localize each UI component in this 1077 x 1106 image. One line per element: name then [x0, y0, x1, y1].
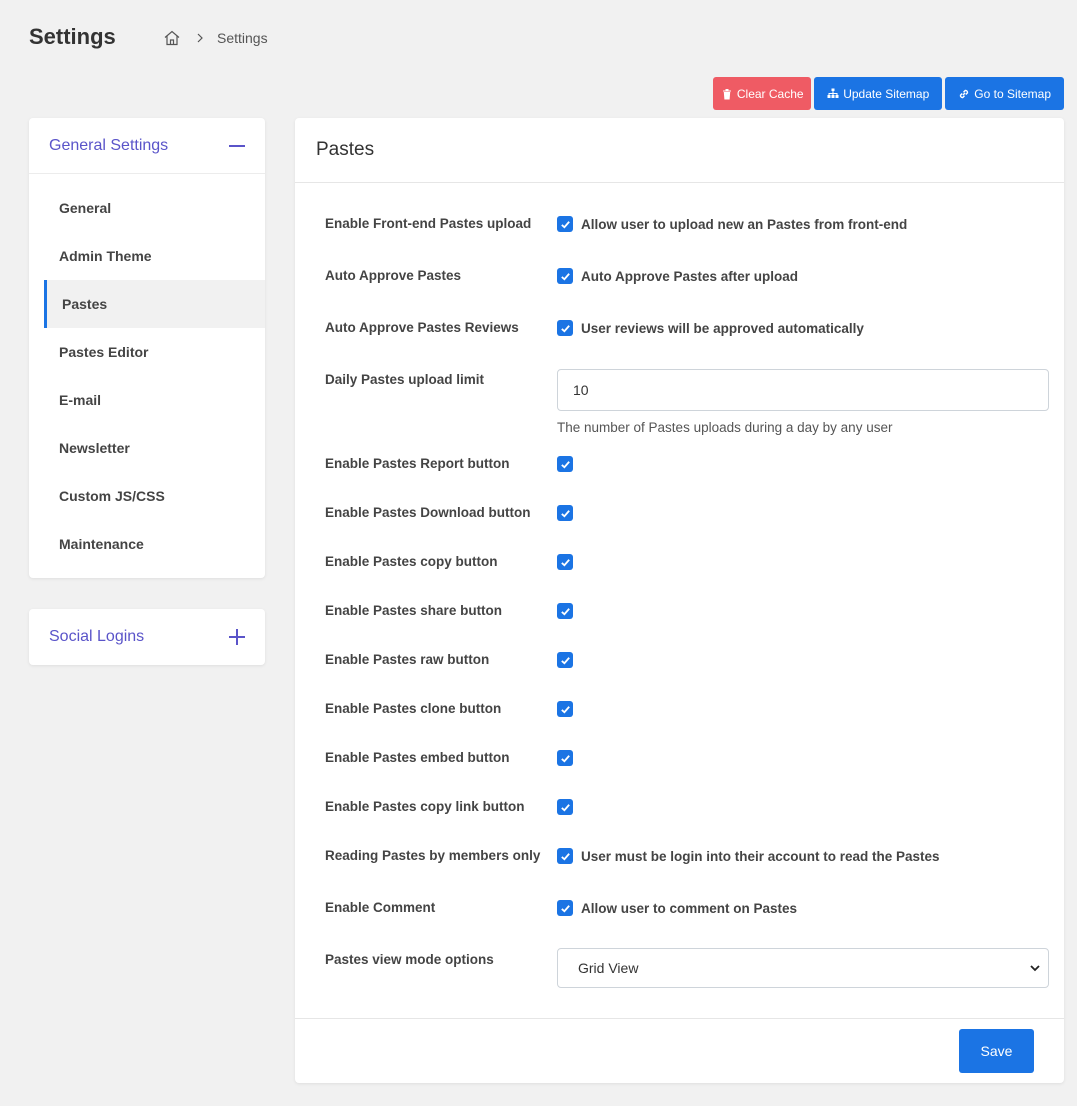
field-label: Enable Front-end Pastes upload	[325, 216, 532, 231]
field-label: Enable Pastes share button	[325, 603, 503, 618]
check-icon	[560, 803, 570, 812]
field-label: Enable Pastes copy button	[325, 554, 498, 569]
sidebar-item-general[interactable]: General	[29, 184, 265, 232]
general-settings-menu: General Admin Theme Pastes Pastes Editor…	[29, 174, 265, 568]
enable-comment-checkbox[interactable]	[557, 900, 573, 916]
daily-upload-limit-input[interactable]: 10	[557, 369, 1049, 411]
field-label: Auto Approve Pastes	[325, 268, 462, 283]
check-icon	[560, 509, 570, 518]
sidebar-item-label: E-mail	[59, 392, 102, 408]
check-icon	[560, 656, 570, 665]
field-label: Enable Pastes raw button	[325, 652, 490, 667]
copy-link-button-checkbox[interactable]	[557, 799, 573, 815]
sidebar-item-label: Maintenance	[59, 536, 144, 552]
sidebar-item-maintenance[interactable]: Maintenance	[29, 520, 265, 568]
sitemap-icon	[827, 88, 839, 98]
card-title: Pastes	[295, 118, 1064, 183]
header-actions: Clear Cache Update Sitemap Go to Sitemap	[713, 77, 1064, 110]
clone-button-checkbox[interactable]	[557, 701, 573, 717]
share-button-checkbox[interactable]	[557, 603, 573, 619]
field-label: Daily Pastes upload limit	[325, 372, 485, 387]
sidebar-item-label: Admin Theme	[59, 248, 152, 264]
auto-approve-reviews-checkbox[interactable]	[557, 320, 573, 336]
chevron-right-icon	[195, 33, 205, 43]
general-settings-header[interactable]: General Settings	[29, 118, 265, 174]
copy-button-checkbox[interactable]	[557, 554, 573, 570]
check-icon	[560, 754, 570, 763]
field-label: Enable Pastes Download button	[325, 505, 531, 520]
clear-cache-button[interactable]: Clear Cache	[713, 77, 812, 110]
members-only-checkbox[interactable]	[557, 848, 573, 864]
checkbox-label: User reviews will be approved automatica…	[581, 320, 864, 336]
update-sitemap-label: Update Sitemap	[843, 86, 930, 101]
sidebar-item-custom-js-css[interactable]: Custom JS/CSS	[29, 472, 265, 520]
embed-button-checkbox[interactable]	[557, 750, 573, 766]
save-button[interactable]: Save	[959, 1029, 1034, 1073]
sidebar-item-label: Pastes	[62, 296, 108, 312]
general-settings-title: General Settings	[49, 136, 169, 154]
report-button-checkbox[interactable]	[557, 456, 573, 472]
raw-button-checkbox[interactable]	[557, 652, 573, 668]
social-logins-title: Social Logins	[49, 628, 145, 645]
check-icon	[560, 324, 570, 333]
collapse-icon[interactable]	[229, 138, 245, 154]
sidebar-item-label: General	[59, 200, 112, 216]
general-settings-panel: General Settings General Admin Theme Pas…	[29, 118, 265, 578]
check-icon	[560, 852, 570, 861]
view-mode-select[interactable]: Grid View	[557, 948, 1049, 988]
social-logins-panel: Social Logins	[29, 609, 265, 665]
field-label: Enable Pastes embed button	[325, 750, 510, 765]
checkbox-label: User must be login into their account to…	[581, 848, 940, 864]
trash-icon	[722, 88, 731, 99]
front-end-upload-checkbox[interactable]	[557, 216, 573, 232]
expand-icon[interactable]	[229, 629, 245, 645]
field-label: Reading Pastes by members only	[325, 848, 541, 863]
check-icon	[560, 460, 570, 469]
sidebar-item-label: Pastes Editor	[59, 344, 149, 360]
field-label: Pastes view mode options	[325, 952, 494, 967]
link-icon	[960, 89, 969, 98]
checkbox-label: Allow user to comment on Pastes	[581, 900, 798, 916]
check-icon	[560, 220, 570, 229]
home-icon[interactable]	[163, 29, 181, 47]
social-logins-header[interactable]: Social Logins	[29, 609, 265, 665]
breadcrumb: Settings	[163, 29, 268, 47]
sidebar-item-pastes-editor[interactable]: Pastes Editor	[29, 328, 265, 376]
field-label: Auto Approve Pastes Reviews	[325, 320, 519, 335]
check-icon	[560, 558, 570, 567]
auto-approve-checkbox[interactable]	[557, 268, 573, 284]
sidebar-item-admin-theme[interactable]: Admin Theme	[29, 232, 265, 280]
check-icon	[560, 705, 570, 714]
download-button-checkbox[interactable]	[557, 505, 573, 521]
select-value: Grid View	[578, 960, 639, 976]
field-label: Enable Comment	[325, 900, 436, 915]
update-sitemap-button[interactable]: Update Sitemap	[814, 77, 943, 110]
go-to-sitemap-label: Go to Sitemap	[974, 86, 1051, 101]
breadcrumb-current: Settings	[217, 30, 268, 46]
sidebar-item-label: Newsletter	[59, 440, 130, 456]
check-icon	[560, 272, 570, 281]
field-label: Enable Pastes copy link button	[325, 799, 525, 814]
chevron-down-icon	[1030, 965, 1040, 972]
field-label: Enable Pastes clone button	[325, 701, 502, 716]
help-text: The number of Pastes uploads during a da…	[557, 420, 893, 435]
sidebar-item-label: Custom JS/CSS	[59, 488, 165, 504]
card-footer: Save	[295, 1018, 1064, 1083]
pastes-settings-card: Pastes Enable Front-end Pastes upload Al…	[295, 118, 1064, 1083]
page-title: Settings	[29, 24, 116, 49]
go-to-sitemap-button[interactable]: Go to Sitemap	[945, 77, 1064, 110]
sidebar-item-email[interactable]: E-mail	[29, 376, 265, 424]
clear-cache-label: Clear Cache	[736, 86, 804, 101]
field-label: Enable Pastes Report button	[325, 456, 510, 471]
checkbox-label: Auto Approve Pastes after upload	[581, 268, 799, 284]
checkbox-label: Allow user to upload new an Pastes from …	[581, 216, 908, 232]
sidebar-item-pastes[interactable]: Pastes	[44, 280, 265, 328]
sidebar-item-newsletter[interactable]: Newsletter	[29, 424, 265, 472]
check-icon	[560, 607, 570, 616]
check-icon	[560, 904, 570, 913]
